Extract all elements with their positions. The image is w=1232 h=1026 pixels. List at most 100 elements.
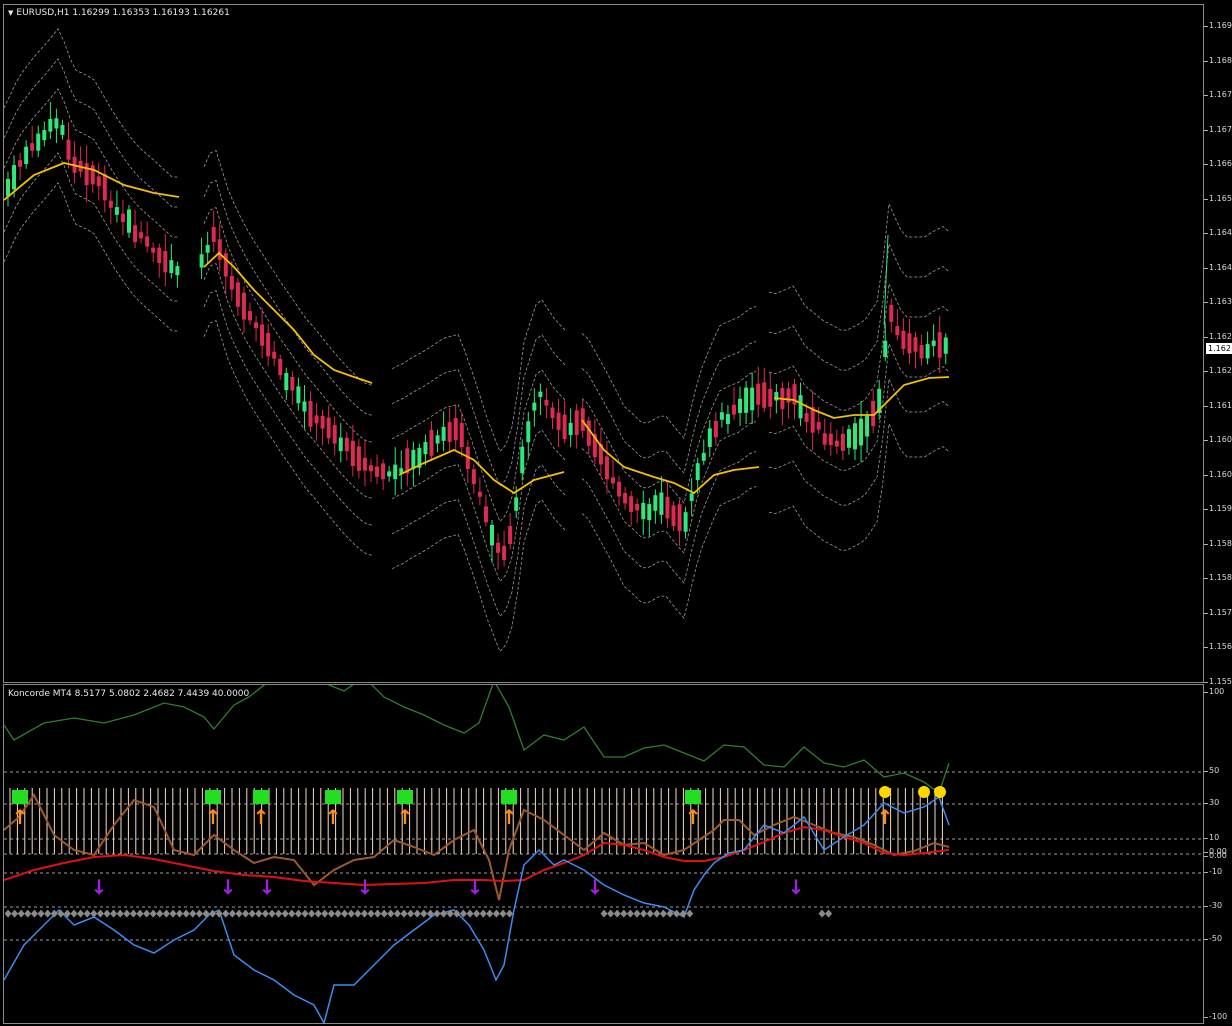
candle <box>296 377 301 411</box>
candle-body <box>411 449 416 469</box>
candle-body <box>931 340 936 346</box>
candle <box>423 434 428 466</box>
candle <box>441 411 446 452</box>
candle-body <box>671 505 676 526</box>
price-tick-label: 1.162 <box>1209 366 1232 375</box>
candle-body <box>48 118 53 132</box>
candle <box>350 424 355 477</box>
candle-body <box>919 344 924 359</box>
up-arrow-icon: ↑ <box>877 805 894 829</box>
candle <box>429 421 434 461</box>
up-arrow-icon: ↑ <box>501 805 518 829</box>
band-line <box>4 28 179 178</box>
candle <box>544 388 549 419</box>
diamond-icon <box>156 909 164 918</box>
price-tick-mark <box>1204 302 1208 303</box>
candle <box>871 389 876 434</box>
diamond-icon <box>268 909 276 918</box>
candle-body <box>695 463 700 481</box>
candle <box>205 231 210 264</box>
band-line <box>4 58 179 208</box>
candle <box>453 405 458 451</box>
candle <box>840 426 845 461</box>
candle-body <box>36 133 41 151</box>
candle <box>683 506 688 539</box>
diamond-icon <box>433 909 441 918</box>
candle-body <box>320 415 325 429</box>
candle-body <box>205 245 210 253</box>
candle-body <box>798 395 803 419</box>
candle-body <box>393 464 398 480</box>
price-chart-pane[interactable]: ▼ EURUSD,H1 1.16299 1.16353 1.16193 1.162… <box>3 4 1204 683</box>
candle-body <box>6 178 10 197</box>
candle-body <box>60 124 65 135</box>
candle <box>459 412 464 458</box>
candle-body <box>96 176 101 187</box>
price-tick-mark <box>1204 405 1208 407</box>
green-square-icon <box>205 790 221 804</box>
diamond-icon <box>242 909 250 918</box>
candle-body <box>477 491 482 497</box>
band-line <box>768 202 950 331</box>
candle <box>369 458 373 483</box>
koncorde-indicator-pane[interactable]: ↑ ↑ ↑ ↑ ↑ ↑ ↑ ↑ ↓ ↓ ↓ ↓ ↓ ↓ ↓ Koncorde MT4 8.5177 5.08… <box>3 684 1204 1024</box>
candle <box>623 486 628 510</box>
diamond-icon <box>77 909 85 918</box>
indicator-tick-label: 100 <box>1209 687 1225 696</box>
candle-body <box>381 463 386 480</box>
candle-body <box>429 430 434 456</box>
candle-body <box>102 174 107 201</box>
candle <box>713 412 718 446</box>
candle-body <box>738 398 743 413</box>
candle <box>604 440 609 494</box>
price-tick-label: 1.157 <box>1209 607 1232 617</box>
candle <box>526 411 531 458</box>
candle-body <box>24 146 29 165</box>
candle-body <box>635 503 640 511</box>
candle-body <box>308 401 313 427</box>
candle-body <box>30 143 35 151</box>
candle-body <box>810 407 815 433</box>
candle <box>762 367 767 413</box>
price-tick-label: 1.158 <box>1209 573 1232 582</box>
candle-body <box>66 139 71 160</box>
diamond-icon <box>825 909 833 918</box>
diamond-row <box>4 909 833 918</box>
price-tick-mark <box>1204 578 1208 579</box>
candle-body <box>617 481 622 497</box>
price-chart-canvas[interactable] <box>4 5 1203 682</box>
candle-body <box>514 497 519 511</box>
candle-body <box>423 442 428 455</box>
indicator-tick-mark <box>1204 852 1208 853</box>
candle <box>828 422 833 456</box>
candle-body <box>18 160 23 167</box>
green-square-icon <box>325 790 341 804</box>
price-tick-label: 1.164 <box>1209 228 1232 237</box>
candle-body <box>889 304 894 322</box>
candle <box>665 482 670 528</box>
candle-body <box>804 413 809 422</box>
candle-body <box>762 382 767 408</box>
indicator-axis[interactable]: 100 50 30 10 0.00 0.00 -10 -30 -50 -100 <box>1204 684 1232 1024</box>
triangle-down-icon[interactable]: ▼ <box>8 9 13 17</box>
moving-average <box>4 162 950 495</box>
candle-body <box>284 373 289 391</box>
candle-body <box>901 330 906 349</box>
price-tick-label: 1.162 <box>1209 331 1232 341</box>
candle-body <box>453 418 458 441</box>
candle-body <box>859 418 864 446</box>
candle-body <box>732 404 736 415</box>
candle-body <box>296 386 301 404</box>
candle <box>24 140 29 169</box>
diamond-icon <box>176 909 184 918</box>
diamond-icon <box>420 909 428 918</box>
price-tick-label: 1.168 <box>1209 55 1232 65</box>
candle-body <box>846 429 851 448</box>
down-arrow-icon: ↓ <box>220 875 237 899</box>
price-tick-mark <box>1204 612 1208 614</box>
koncorde-indicator-canvas[interactable]: ↑ ↑ ↑ ↑ ↑ ↑ ↑ ↑ ↓ ↓ ↓ ↓ ↓ ↓ ↓ <box>4 685 1203 1023</box>
green-square-icon <box>501 790 517 804</box>
up-arrow-icon: ↑ <box>397 805 414 829</box>
price-axis[interactable]: 1.169 1.168 1.167 1.167 1.166 1.165 1.164 1.164… <box>1204 4 1232 686</box>
candle <box>629 490 634 526</box>
